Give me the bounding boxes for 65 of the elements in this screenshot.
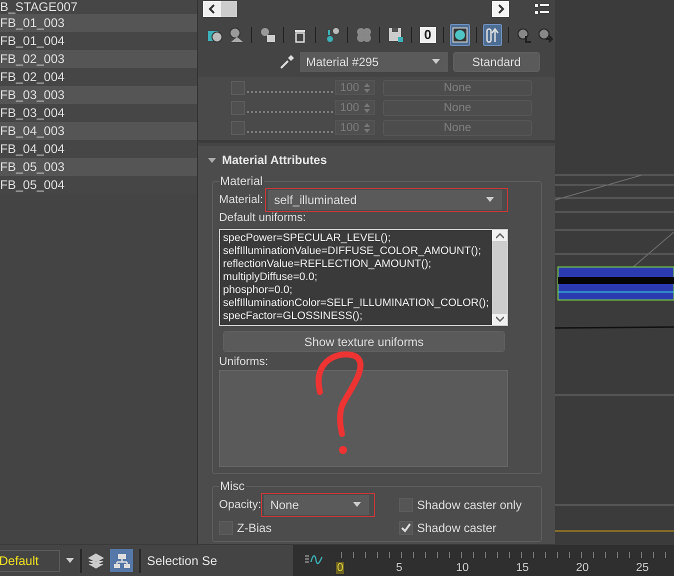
- rollout-title: Material Attributes: [222, 153, 327, 167]
- checkbox[interactable]: [399, 521, 413, 535]
- background-tool-button[interactable]: [450, 24, 470, 46]
- code-line: specPower=SPECULAR_LEVEL();: [223, 232, 392, 245]
- uniforms-label: Uniforms:: [219, 356, 270, 368]
- code-line: selfIlluminationValue=DIFFUSE_COLOR_AMOUNT();: [223, 245, 482, 258]
- rollout-header[interactable]: Material Attributes: [208, 150, 541, 170]
- layers-icon[interactable]: [88, 552, 104, 568]
- caret-icon: [432, 58, 440, 64]
- hierarchy-button[interactable]: [110, 549, 133, 572]
- scene-row[interactable]: FB_04_003: [0, 122, 197, 140]
- material-label: Material:: [219, 194, 264, 206]
- scroll-down-icon[interactable]: [496, 316, 504, 322]
- checkbox-option[interactable]: Shadow caster only: [399, 498, 529, 512]
- show-texture-uniforms-button[interactable]: Show texture uniforms: [223, 331, 505, 352]
- sphere-frame-icon: [452, 27, 468, 43]
- channel-tool-button[interactable]: 0: [418, 24, 438, 46]
- checkbox-option[interactable]: Shadow caster: [399, 521, 529, 535]
- checkbox-option[interactable]: Z-Bias: [219, 521, 399, 535]
- save-icon: [388, 27, 404, 43]
- chevron-right-icon: [496, 4, 506, 14]
- caret-icon: [353, 502, 362, 508]
- caret-icon[interactable]: [66, 558, 74, 563]
- eyedropper-icon[interactable]: [279, 54, 295, 70]
- material-name-field[interactable]: Material #295: [300, 52, 448, 72]
- sphere-box-icon: [260, 27, 276, 43]
- material-dropdown[interactable]: self_illuminated: [268, 190, 502, 210]
- scroll-thumb[interactable]: [221, 1, 237, 17]
- uniforms-text-area[interactable]: [219, 229, 508, 326]
- frame-label: 0: [336, 562, 344, 574]
- scene-row[interactable]: FB_05_003: [0, 158, 197, 176]
- default-uniforms-label: Default uniforms:: [219, 212, 307, 224]
- scrollbar[interactable]: [492, 230, 507, 325]
- timeline-ruler[interactable]: 0 5 10 15 20 25: [293, 545, 674, 576]
- frame-label: 15: [516, 562, 529, 574]
- opacity-label: Opacity:: [219, 499, 262, 511]
- code-line: reflectionValue=REFLECTION_AMOUNT();: [223, 258, 432, 271]
- layer-dropdown[interactable]: Default: [0, 550, 60, 572]
- sphere-right-arrow-icon: [537, 27, 554, 43]
- scene-row[interactable]: FB_02_003: [0, 50, 197, 68]
- scroll-left-button[interactable]: [203, 1, 237, 17]
- caret-icon: [486, 197, 494, 203]
- code-line: multiplyDiffuse=0.0;: [223, 271, 318, 284]
- group-title: Misc: [219, 479, 246, 493]
- selection-set-label: Selection Se: [147, 554, 218, 568]
- chevron-left-icon: [207, 4, 217, 14]
- frame-label: 25: [636, 562, 649, 574]
- opacity-dropdown[interactable]: None: [264, 495, 370, 515]
- code-line: specFactor=GLOSSINESS();: [223, 310, 364, 323]
- options-icon[interactable]: [535, 3, 549, 15]
- frame-label: 10: [456, 562, 469, 574]
- group-title: Material: [219, 174, 264, 188]
- code-line: selfIlluminationColor=SELF_ILLUMINATION_COLOR();: [223, 297, 489, 310]
- viewport-tool-button[interactable]: [482, 24, 502, 46]
- channel-label: 0: [420, 27, 436, 43]
- four-spheres-icon: [356, 27, 372, 43]
- frame-label: 20: [576, 562, 589, 574]
- scene-row[interactable]: FB_01_003: [0, 14, 197, 32]
- code-line: phosphor=0.0;: [223, 284, 294, 297]
- curve-icon[interactable]: [305, 554, 323, 566]
- scroll-up-icon[interactable]: [496, 233, 504, 239]
- material-type-button[interactable]: Standard: [453, 52, 540, 72]
- scroll-right-button[interactable]: [492, 1, 509, 17]
- frame-label: 5: [396, 562, 402, 574]
- scene-row[interactable]: FB_03_003: [0, 86, 197, 104]
